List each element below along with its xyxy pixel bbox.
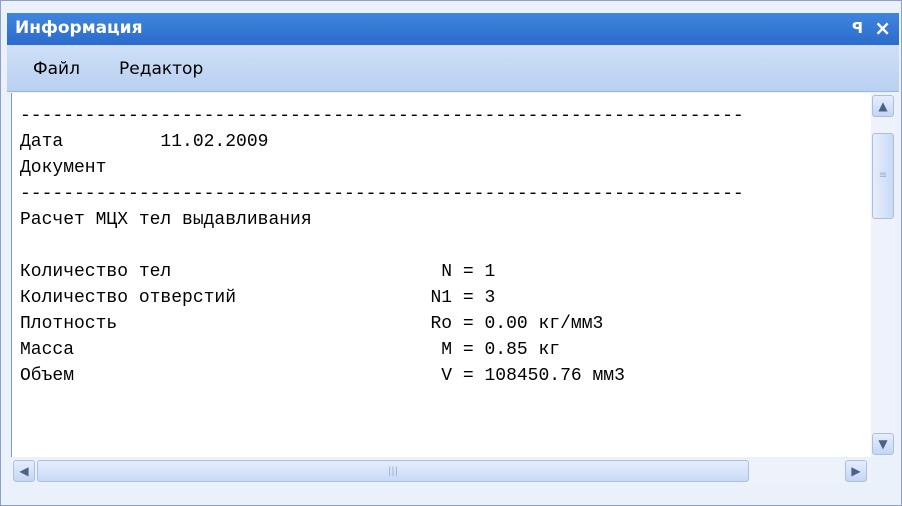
title-bar[interactable]: Информация ꟼ ×	[7, 13, 899, 45]
scrollbar-corner	[871, 459, 895, 483]
report-line: ----------------------------------------…	[20, 106, 744, 126]
chevron-left-icon[interactable]: ◀	[13, 460, 35, 482]
chevron-up-icon[interactable]: ▲	[872, 95, 894, 117]
menu-bar: Файл Редактор	[7, 45, 899, 92]
report-line: Масса M = 0.85 кг	[20, 340, 561, 360]
report-text: ----------------------------------------…	[20, 103, 744, 389]
menu-editor[interactable]: Редактор	[119, 59, 203, 79]
report-line: Документ	[20, 158, 107, 178]
horizontal-scrollbar[interactable]: ◀ ||| ▶	[11, 459, 871, 483]
report-line: Количество отверстий N1 = 3	[20, 288, 496, 308]
chevron-right-icon[interactable]: ▶	[845, 460, 867, 482]
chevron-down-icon[interactable]: ▼	[872, 433, 894, 455]
window-bottom-border	[1, 485, 901, 505]
menu-file[interactable]: Файл	[33, 59, 80, 79]
close-icon[interactable]: ×	[874, 16, 891, 40]
report-line: Объем V = 108450.76 мм3	[20, 366, 625, 386]
report-line: Количество тел N = 1	[20, 262, 496, 282]
vertical-scrollbar[interactable]: ▲ ≡ ▼	[871, 93, 895, 457]
report-text-area[interactable]: ----------------------------------------…	[11, 93, 872, 457]
horizontal-scroll-thumb[interactable]: |||	[37, 460, 749, 482]
window-title: Информация	[15, 18, 143, 38]
pin-icon[interactable]: ꟼ	[852, 19, 863, 37]
info-window: Информация ꟼ × Файл Редактор -----------…	[0, 0, 902, 506]
report-line: Расчет МЦХ тел выдавливания	[20, 210, 312, 230]
report-line: Дата 11.02.2009	[20, 132, 269, 152]
vertical-scroll-thumb[interactable]: ≡	[872, 133, 894, 219]
report-line: Плотность Ro = 0.00 кг/мм3	[20, 314, 604, 334]
report-line: ----------------------------------------…	[20, 184, 744, 204]
